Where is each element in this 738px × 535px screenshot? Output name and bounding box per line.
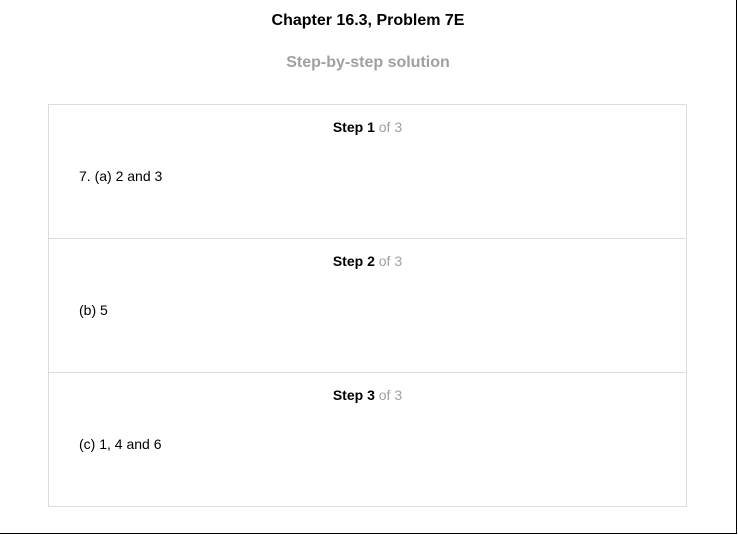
step-content: 7. (a) 2 and 3 [79,168,163,184]
step-header: Step 3 of 3 [49,386,686,404]
page-subtitle: Step-by-step solution [286,54,450,71]
step-word: Step [332,387,364,403]
step-of: of [378,387,391,403]
step-header: Step 2 of 3 [49,252,686,270]
step-total: 3 [394,119,403,135]
solution-page: Chapter 16.3, Problem 7E Step-by-step so… [0,0,737,534]
step-of: of [378,119,391,135]
step-header: Step 1 of 3 [49,118,686,136]
step-3: Step 3 of 3 (c) 1, 4 and 6 [49,373,686,506]
steps-container: Step 1 of 3 7. (a) 2 and 3 Step 2 of 3 (… [48,104,687,507]
step-content: (c) 1, 4 and 6 [79,436,162,452]
step-content: (b) 5 [79,302,108,318]
step-2: Step 2 of 3 (b) 5 [49,239,686,373]
page-title: Chapter 16.3, Problem 7E [271,12,465,29]
step-of: of [378,253,391,269]
step-number: 1 [367,119,375,135]
step-number: 2 [367,253,375,269]
step-total: 3 [394,387,403,403]
step-total: 3 [394,253,403,269]
step-number: 3 [367,387,375,403]
step-1: Step 1 of 3 7. (a) 2 and 3 [49,105,686,239]
step-word: Step [332,253,364,269]
step-word: Step [332,119,364,135]
